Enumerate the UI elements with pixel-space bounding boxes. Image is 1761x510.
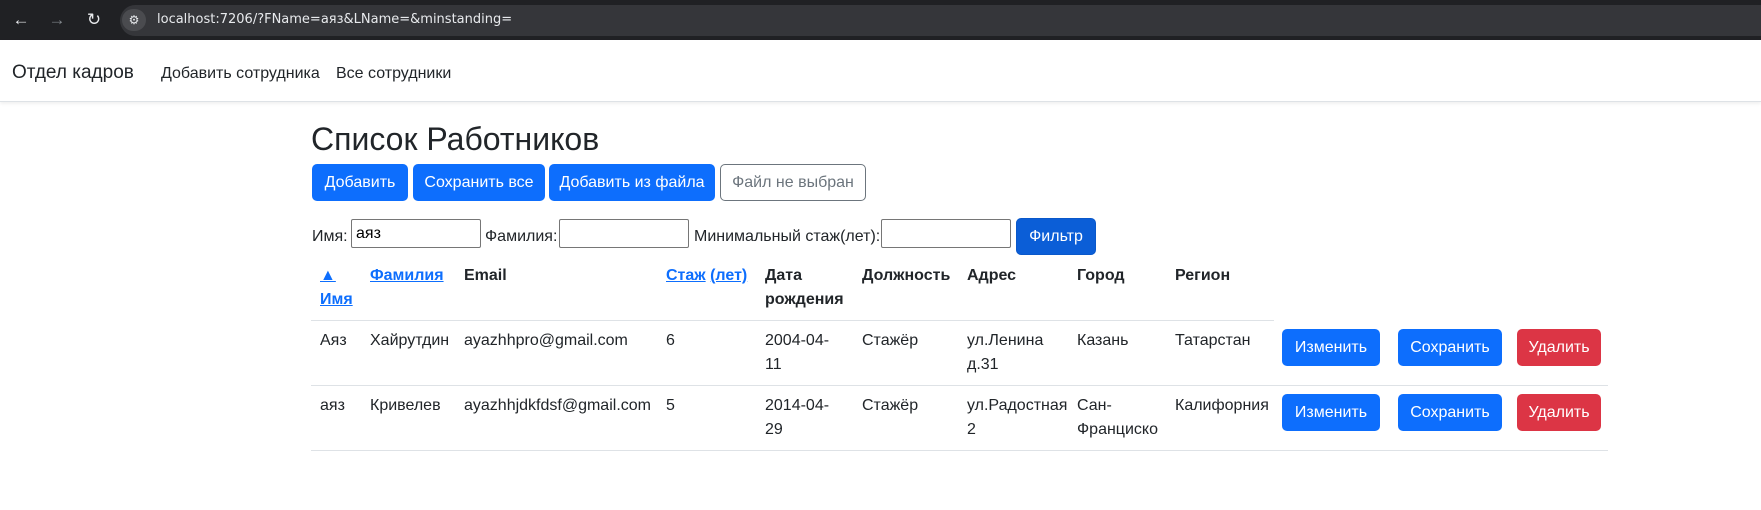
birth-date-line2: 11 [765, 356, 782, 373]
city-line1: Сан- [1077, 397, 1112, 414]
address-line2: д.31 [967, 356, 999, 373]
row-divider [311, 450, 1608, 451]
standing-column-link[interactable]: Стаж [666, 267, 706, 284]
row-divider [311, 385, 1608, 386]
save-button[interactable]: Сохранить [1398, 394, 1502, 431]
cell-birth-date: 2004-04- 11 [765, 329, 829, 377]
cell-email: ayazhhjdkfdsf@gmail.com [464, 397, 651, 414]
cell-region: Калифорния [1175, 397, 1269, 414]
birth-date-line1: 2004-04- [765, 332, 830, 349]
cell-city: Казань [1077, 329, 1128, 353]
cell-standing: 5 [666, 397, 675, 414]
delete-button[interactable]: Удалить [1517, 394, 1601, 431]
edit-button[interactable]: Изменить [1282, 394, 1380, 431]
save-button[interactable]: Сохранить [1398, 329, 1502, 366]
cell-city: Сан- Франциско [1077, 394, 1158, 442]
surname-column-link[interactable]: Фамилия [370, 264, 444, 288]
birth-date-line2: 29 [765, 421, 783, 438]
url-text[interactable]: localhost:7206/?FName=аяз&LName=&minstan… [157, 12, 512, 27]
email-column-header: Email [464, 267, 507, 284]
birth-date-line1: 2014-04- [765, 397, 830, 414]
standing-column-header: Стаж (лет) [666, 264, 747, 288]
reload-icon[interactable]: ↻ [84, 10, 104, 30]
header-divider [311, 320, 1274, 321]
first-name-input[interactable] [351, 219, 481, 248]
last-name-input[interactable] [559, 219, 689, 248]
cell-address: ул.Ленина д.31 [967, 329, 1043, 377]
page-title: Список Работников [311, 121, 600, 157]
app-navbar: Отдел кадров Добавить сотрудника Все сот… [0, 40, 1761, 102]
cell-address: ул.Радостная 2 [967, 394, 1067, 442]
city-line1: Казань [1077, 332, 1129, 349]
site-info-icon[interactable]: ⚙ [122, 9, 146, 31]
address-column-header: Адрес [967, 267, 1017, 284]
birth-date-header-line2: рождения [765, 291, 844, 308]
cell-email: ayazhhpro@gmail.com [464, 332, 628, 349]
add-from-file-button[interactable]: Добавить из файла [549, 164, 715, 201]
birth-date-column-header: Дата рождения [765, 264, 844, 312]
cell-surname: Хайрутдин [370, 332, 450, 349]
browser-toolbar: ← → ↻ ⚙ localhost:7206/?FName=аяз&LName=… [0, 0, 1761, 40]
filter-button[interactable]: Фильтр [1016, 218, 1096, 255]
birth-date-header-line1: Дата [765, 267, 803, 284]
city-line2: Франциско [1077, 421, 1158, 438]
min-standing-input[interactable] [881, 219, 1011, 248]
cell-position: Стажёр [862, 397, 919, 414]
sort-ascending-icon[interactable]: ▲ [320, 264, 353, 288]
name-column-link[interactable]: Имя [320, 288, 353, 312]
sort-name-header[interactable]: ▲ Имя [320, 264, 353, 312]
navbar-brand[interactable]: Отдел кадров [12, 62, 134, 84]
cell-name: Аяз [320, 332, 347, 349]
cell-surname: Кривелев [370, 397, 441, 414]
address-line2: 2 [967, 421, 976, 438]
position-column-header: Должность [862, 267, 951, 284]
cell-position: Стажёр [862, 332, 919, 349]
region-column-header: Регион [1175, 267, 1231, 284]
delete-button[interactable]: Удалить [1517, 329, 1601, 366]
back-icon[interactable]: ← [11, 10, 31, 30]
min-standing-label: Минимальный стаж(лет): [694, 228, 881, 245]
edit-button[interactable]: Изменить [1282, 329, 1380, 366]
add-button[interactable]: Добавить [312, 164, 408, 201]
nav-link-all-employees[interactable]: Все сотрудники [336, 65, 451, 83]
address-line1: ул.Ленина [967, 332, 1044, 349]
last-name-label: Фамилия: [485, 228, 558, 245]
forward-icon[interactable]: → [47, 10, 67, 30]
cell-region: Татарстан [1175, 332, 1251, 349]
cell-birth-date: 2014-04- 29 [765, 394, 829, 442]
cell-name: аяз [320, 397, 345, 414]
save-all-button[interactable]: Сохранить все [413, 164, 545, 201]
standing-unit[interactable]: (лет) [710, 267, 747, 284]
file-input[interactable]: Файл не выбран [720, 164, 866, 201]
address-line1: ул.Радостная [967, 397, 1068, 414]
city-column-header: Город [1077, 267, 1125, 284]
first-name-label: Имя: [312, 228, 348, 245]
nav-link-add-employee[interactable]: Добавить сотрудника [161, 65, 320, 83]
cell-standing: 6 [666, 332, 675, 349]
